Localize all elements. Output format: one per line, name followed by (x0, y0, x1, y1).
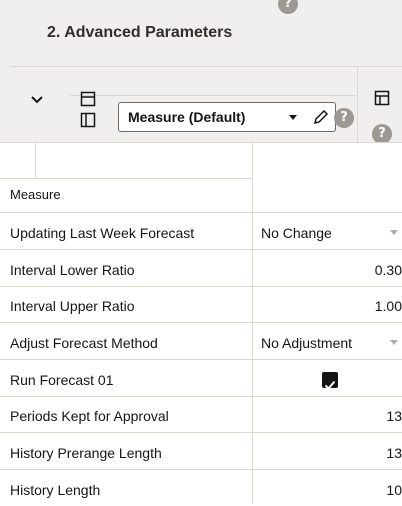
row-label: History Length (10, 482, 101, 498)
help-icon-measure[interactable]: ? (334, 108, 354, 128)
dropdown-arrow-icon (289, 115, 297, 120)
help-icon[interactable]: ? (278, 0, 298, 14)
row-divider (0, 322, 402, 323)
row-divider (0, 396, 402, 397)
table-row: Adjust Forecast Method No Adjustment (0, 327, 402, 359)
history-prerange-cell[interactable]: 13 (253, 437, 402, 469)
interval-lower-ratio-cell[interactable]: 0.30 (253, 254, 402, 286)
toolbar-divider (10, 66, 402, 67)
history-length-cell[interactable]: 10 (253, 474, 402, 506)
grid-corner-line (35, 142, 36, 178)
sidebar-layout-icon[interactable] (80, 112, 96, 128)
row-label: Periods Kept for Approval (10, 408, 169, 424)
help-icon-dock[interactable]: ? (372, 124, 392, 144)
row-label: History Prerange Length (10, 445, 162, 461)
grid-header-row: Measure (0, 182, 402, 208)
measure-column-header: Measure (10, 187, 61, 202)
table-row: Interval Upper Ratio 1.00 (0, 290, 402, 322)
updating-forecast-dropdown[interactable]: No Change (253, 217, 402, 249)
dropdown-arrow-icon (390, 230, 398, 235)
run-forecast-cell (253, 364, 402, 396)
row-label: Adjust Forecast Method (10, 335, 158, 351)
row-divider (0, 469, 402, 470)
table-row: History Length 10 (0, 474, 402, 506)
pivot-layout-icon[interactable] (80, 91, 96, 107)
table-row: Interval Lower Ratio 0.30 (0, 254, 402, 286)
dropdown-arrow-icon (390, 340, 398, 345)
row-label: Updating Last Week Forecast (10, 225, 195, 241)
measure-select[interactable]: Measure (Default) (118, 102, 336, 132)
pencil-icon[interactable] (312, 108, 330, 126)
panel-title: 2. Advanced Parameters (47, 24, 233, 41)
table-row: Updating Last Week Forecast No Change (0, 217, 402, 249)
toolbar-separator (357, 66, 358, 142)
row-label: Interval Upper Ratio (10, 298, 135, 314)
panel-header: ? 2. Advanced Parameters (0, 0, 402, 66)
run-forecast-checkbox[interactable] (322, 372, 338, 390)
interval-upper-ratio-cell[interactable]: 1.00 (253, 290, 402, 322)
table-row: Run Forecast 01 (0, 364, 402, 396)
row-label: Interval Lower Ratio (10, 262, 135, 278)
cell-value: No Change (261, 225, 332, 241)
table-row: History Prerange Length 13 (0, 437, 402, 469)
row-label: Run Forecast 01 (10, 372, 114, 388)
dock-panel-icon[interactable] (374, 90, 390, 106)
table-row: Periods Kept for Approval 13 (0, 400, 402, 432)
row-divider (0, 432, 402, 433)
measure-grid: Measure Updating Last Week Forecast No C… (0, 142, 402, 503)
row-divider (0, 359, 402, 360)
grid-top-line (0, 142, 402, 143)
row-divider (0, 249, 402, 250)
adjust-method-dropdown[interactable]: No Adjustment (253, 327, 402, 359)
toolbar-row-divider (70, 95, 357, 96)
periods-kept-cell[interactable]: 13 (253, 400, 402, 432)
cell-value: No Adjustment (261, 335, 353, 351)
chevron-down-icon[interactable] (30, 95, 44, 105)
row-divider (0, 212, 402, 213)
grid-header-line (0, 178, 252, 179)
row-divider (0, 286, 402, 287)
checkmark-icon (324, 380, 336, 390)
measure-select-value: Measure (Default) (128, 109, 246, 125)
